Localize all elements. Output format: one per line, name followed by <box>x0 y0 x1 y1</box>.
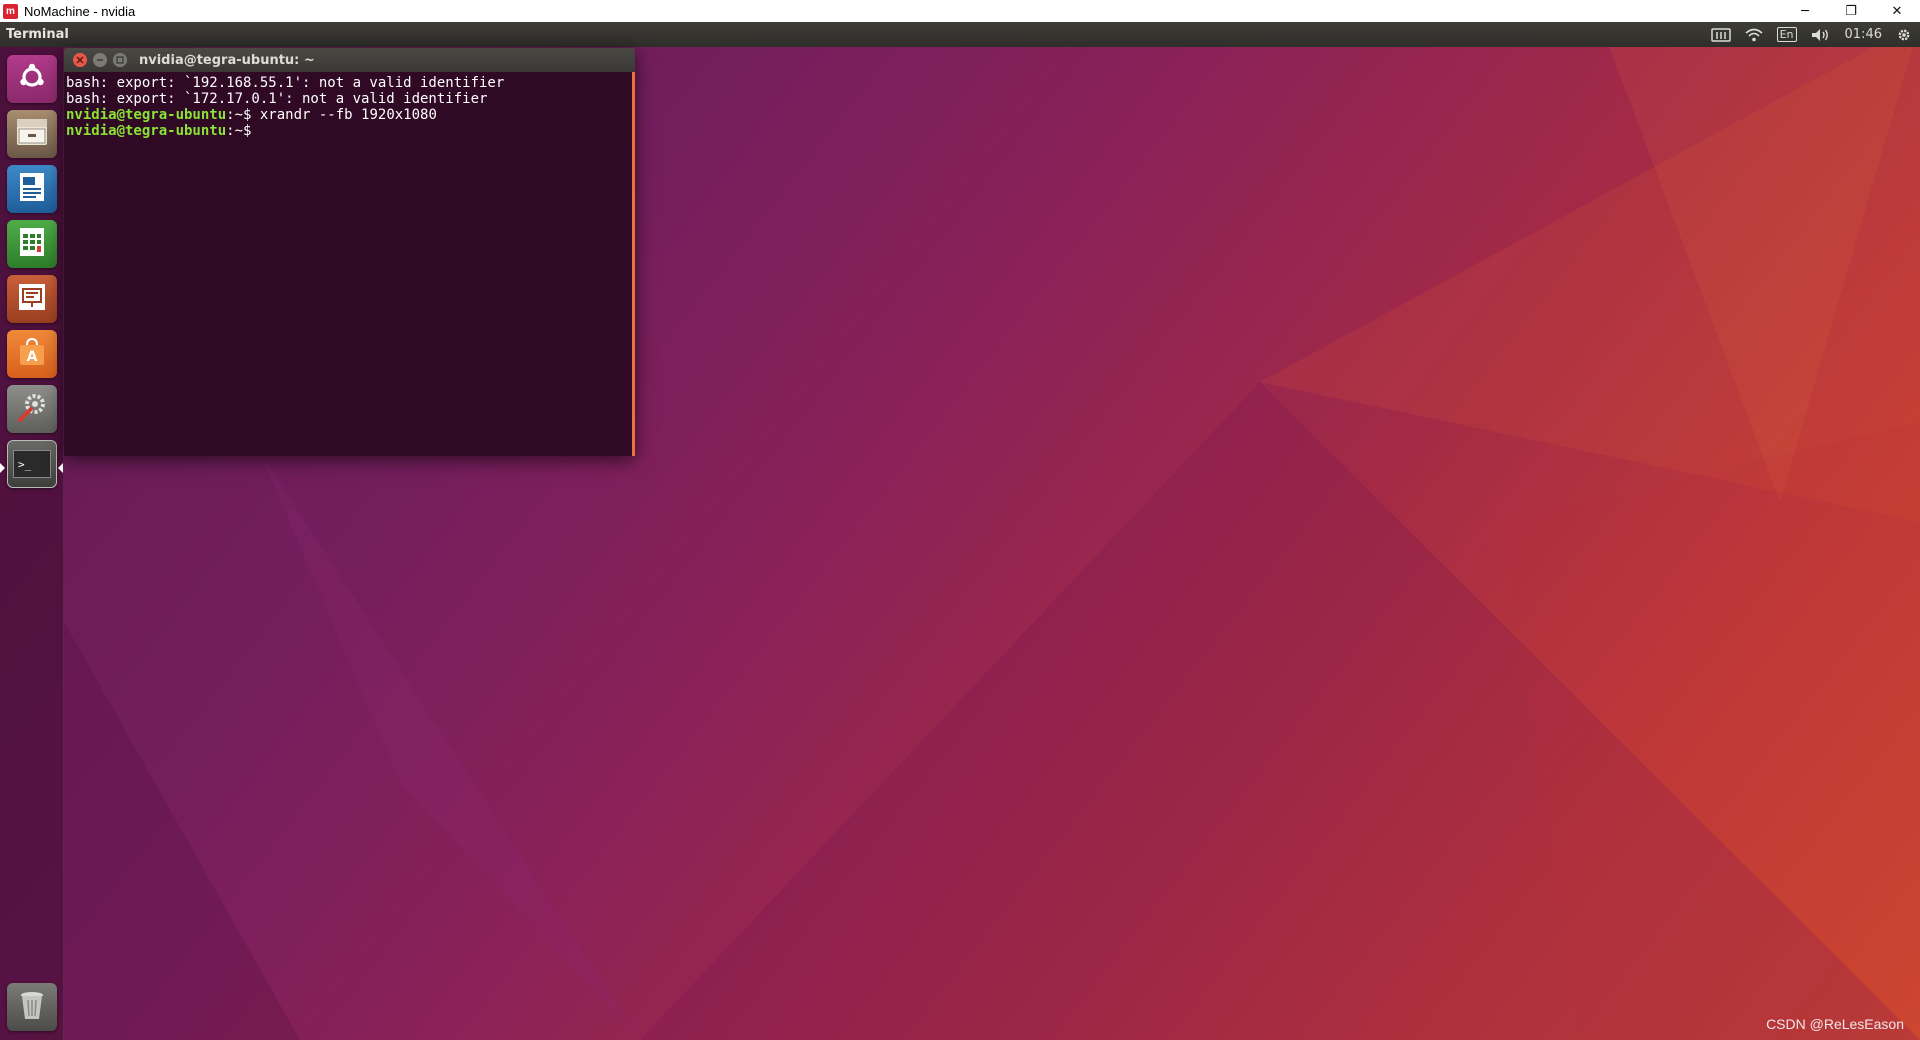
terminal-line: bash: export: `192.168.55.1': not a vali… <box>66 75 505 91</box>
top-panel: Terminal En 01:46 <box>0 22 1920 47</box>
terminal-icon: >_ <box>13 450 51 478</box>
presentation-icon <box>17 282 47 316</box>
prompt-path: :~$ <box>226 107 252 123</box>
launcher: A >_ <box>0 47 64 1040</box>
host-window-title: NoMachine - nvidia <box>24 3 136 19</box>
terminal-title: nvidia@tegra-ubuntu: ~ <box>139 52 315 68</box>
terminal-minimize-button[interactable] <box>93 53 107 67</box>
terminal-maximize-button[interactable] <box>113 53 127 67</box>
launcher-item-files[interactable] <box>7 110 57 158</box>
terminal-command: xrandr --fb 1920x1080 <box>251 107 437 123</box>
active-indicator-right <box>58 463 63 473</box>
watermark: CSDN @ReLesEason <box>1766 1016 1904 1032</box>
launcher-item-impress[interactable] <box>7 275 57 323</box>
launcher-item-settings[interactable] <box>7 385 57 433</box>
spreadsheet-icon <box>18 226 46 262</box>
wifi-icon[interactable] <box>1745 28 1763 42</box>
active-indicator-left <box>0 463 5 473</box>
clock[interactable]: 01:46 <box>1845 27 1882 42</box>
prompt-user-host: nvidia@tegra-ubuntu <box>66 107 227 123</box>
terminal-line: bash: export: `172.17.0.1': not a valid … <box>66 91 488 107</box>
svg-text:A: A <box>27 349 38 365</box>
host-window-controls: ─ ❐ ✕ <box>1782 0 1920 22</box>
keyboard-layout-indicator[interactable]: En <box>1776 27 1797 42</box>
system-tray: En 01:46 <box>1710 22 1912 47</box>
terminal-close-button[interactable] <box>73 53 87 67</box>
gear-icon[interactable] <box>1896 27 1912 43</box>
launcher-item-software[interactable]: A <box>7 330 57 378</box>
active-app-name[interactable]: Terminal <box>6 27 69 42</box>
close-button[interactable]: ✕ <box>1874 0 1920 22</box>
nomachine-tray-icon[interactable] <box>1710 27 1731 42</box>
trash-icon <box>18 989 46 1025</box>
desktop[interactable]: Terminal En 01:46 A >_ nvidia@tegra-ubun… <box>0 22 1920 1040</box>
terminal-command <box>251 123 259 139</box>
settings-tools-icon <box>15 390 49 428</box>
host-window-titlebar[interactable]: m NoMachine - nvidia ─ ❐ ✕ <box>0 0 1920 22</box>
launcher-item-dash[interactable] <box>7 55 57 103</box>
file-cabinet-icon <box>15 117 49 151</box>
terminal-window[interactable]: nvidia@tegra-ubuntu: ~ bash: export: `19… <box>64 48 635 456</box>
shopping-bag-icon: A <box>16 336 48 372</box>
terminal-prompt-line[interactable]: nvidia@tegra-ubuntu:~$ <box>66 123 630 139</box>
prompt-path: :~$ <box>226 123 252 139</box>
launcher-item-terminal[interactable]: >_ <box>7 440 57 488</box>
ubuntu-logo-icon <box>16 61 48 97</box>
writer-document-icon <box>18 171 46 207</box>
launcher-item-trash[interactable] <box>7 983 57 1031</box>
launcher-item-writer[interactable] <box>7 165 57 213</box>
terminal-output[interactable]: bash: export: `192.168.55.1': not a vali… <box>64 72 635 456</box>
launcher-item-calc[interactable] <box>7 220 57 268</box>
terminal-titlebar[interactable]: nvidia@tegra-ubuntu: ~ <box>64 48 635 72</box>
restore-button[interactable]: ❐ <box>1828 0 1874 22</box>
volume-icon[interactable] <box>1811 28 1831 42</box>
prompt-user-host: nvidia@tegra-ubuntu <box>66 123 227 139</box>
terminal-prompt-line: nvidia@tegra-ubuntu:~$ xrandr --fb 1920x… <box>66 107 630 123</box>
minimize-button[interactable]: ─ <box>1782 0 1828 22</box>
nomachine-logo-icon: m <box>3 3 18 19</box>
